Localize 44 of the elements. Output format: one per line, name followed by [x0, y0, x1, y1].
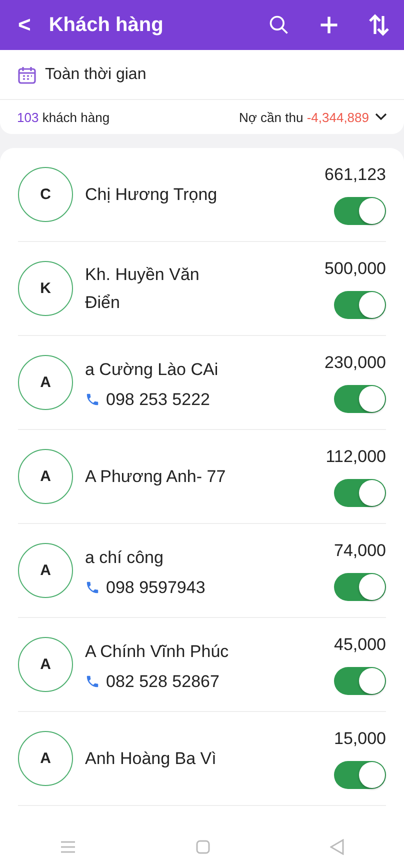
phone-icon — [85, 392, 100, 407]
debt-amount: 230,000 — [324, 352, 386, 372]
customer-name[interactable]: A Phương Anh- 77 — [85, 462, 235, 490]
toggle-switch[interactable] — [334, 478, 386, 506]
customer-name[interactable]: Kh. Huyền Văn Điển — [85, 260, 235, 316]
debt-amount: 661,123 — [324, 164, 386, 184]
initial-avatar: A — [18, 731, 73, 786]
customer-name[interactable]: Anh Hoàng Ba Vì — [85, 744, 235, 772]
toggle-switch[interactable] — [334, 760, 386, 788]
initial-avatar: A — [18, 543, 73, 598]
date-filter[interactable]: Toàn thời gian — [45, 66, 146, 84]
initial-avatar: A — [18, 449, 73, 504]
debt-amount: 45,000 — [334, 634, 386, 654]
toggle-switch[interactable] — [334, 384, 386, 412]
sort-icon[interactable] — [368, 13, 390, 37]
phone-icon — [85, 674, 100, 689]
customer-name[interactable]: a chí công — [85, 544, 235, 572]
toggle-switch[interactable] — [334, 572, 386, 600]
customer-count: 103 khách hàng — [17, 110, 110, 124]
debt-amount: 500,000 — [324, 258, 386, 278]
debt-summary[interactable]: Nợ cần thu -4,344,889 — [239, 110, 387, 124]
phone-number[interactable]: 098 253 5222 — [106, 390, 210, 410]
initial-avatar: A — [18, 637, 73, 692]
initial-avatar: K — [18, 261, 73, 316]
chevron-down-icon — [375, 113, 387, 121]
debt-amount: 15,000 — [334, 728, 386, 748]
customer-name[interactable]: a Cường Lào CAi — [85, 356, 235, 384]
phone-number[interactable]: 098 9597943 — [106, 578, 206, 598]
search-icon[interactable] — [268, 14, 290, 36]
toggle-switch[interactable] — [334, 666, 386, 694]
customer-name[interactable]: A Chính Vĩnh Phúc — [85, 638, 235, 666]
phone-icon — [85, 580, 100, 595]
initial-avatar: C — [18, 167, 73, 222]
page-title: Khách hàng — [48, 14, 164, 36]
back-button[interactable]: < — [18, 12, 31, 38]
toggle-switch[interactable] — [334, 290, 386, 318]
debt-amount: 112,000 — [326, 446, 386, 466]
phone-number[interactable]: 082 528 52867 — [106, 672, 220, 692]
calendar-icon — [17, 64, 37, 84]
toggle-switch[interactable] — [334, 196, 386, 224]
debt-amount: 74,000 — [334, 540, 386, 560]
plus-icon[interactable] — [318, 14, 340, 36]
initial-avatar: A — [18, 355, 73, 410]
customer-name[interactable]: Chị Hương Trọng — [85, 180, 235, 208]
